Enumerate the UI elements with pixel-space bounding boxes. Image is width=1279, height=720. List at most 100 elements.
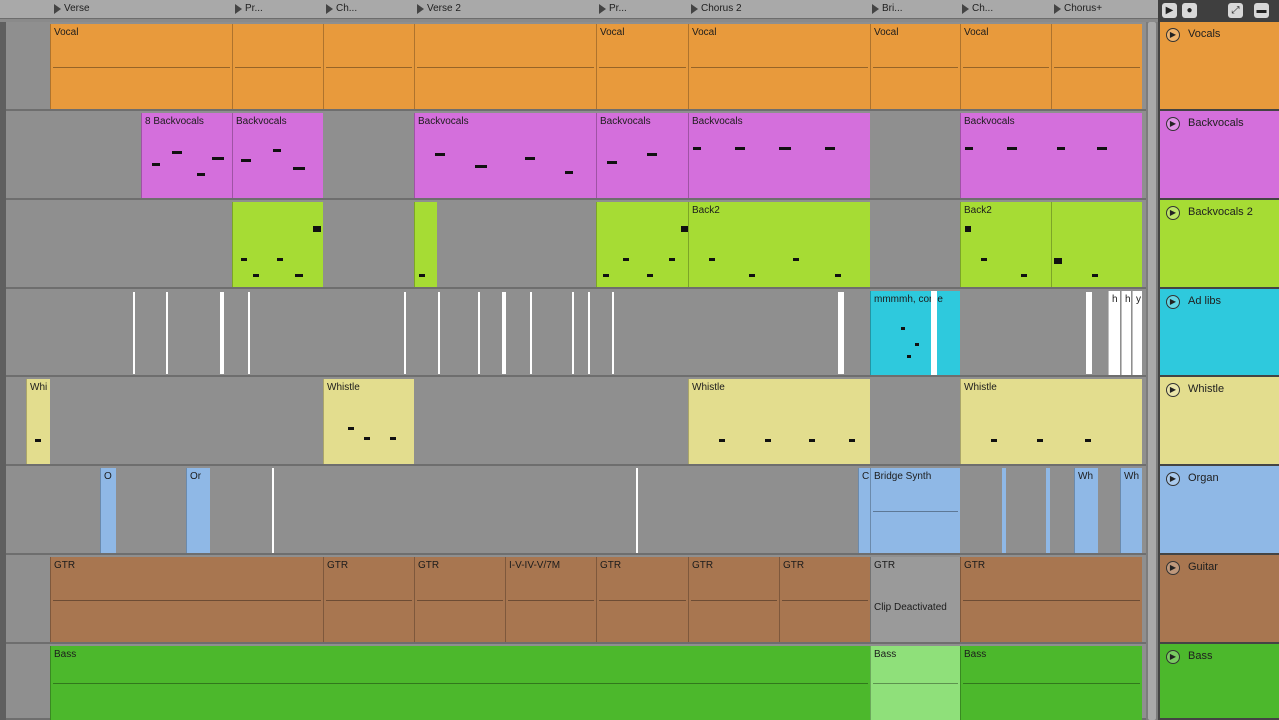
arrangement-ruler[interactable]: Verse Pr... Ch... Verse 2 Pr... Chorus 2… <box>0 0 1158 19</box>
clip-vocal[interactable]: Vocal <box>870 24 960 109</box>
clip-backvocals[interactable]: Backvocals <box>596 113 688 198</box>
clip-vocal[interactable]: Vocal <box>50 24 232 109</box>
clip-gtr[interactable]: GTR <box>323 557 414 642</box>
clip-backvocals-2[interactable] <box>596 202 688 287</box>
adlib-clip[interactable] <box>438 292 440 374</box>
clip-organ[interactable]: Wh <box>1120 468 1142 553</box>
clip-gtr[interactable]: GTR <box>596 557 688 642</box>
clip-bridge-synth[interactable]: Bridge Synth <box>870 468 960 553</box>
fold-icon[interactable]: ▶ <box>1166 561 1180 575</box>
track-header-backvocals[interactable]: ▶ Backvocals <box>1158 111 1279 200</box>
locator-verse[interactable]: Verse <box>52 0 227 18</box>
organ-clip[interactable] <box>1002 468 1006 553</box>
clip-backvocals[interactable]: Backvocals <box>688 113 870 198</box>
clip-backvocals[interactable]: 8 Backvocals <box>141 113 232 198</box>
clip-bass[interactable]: Bass <box>50 646 870 720</box>
clip-vocal[interactable]: Vocal <box>596 24 688 109</box>
locator-chorus[interactable]: Ch... <box>324 0 410 18</box>
clip-gtr[interactable]: GTR <box>414 557 505 642</box>
clip-organ[interactable]: C <box>858 468 870 553</box>
clip-backvocals-2[interactable] <box>232 202 323 287</box>
scrollbar-thumb[interactable] <box>1148 22 1156 720</box>
adlib-clip[interactable] <box>478 292 480 374</box>
clip-gtr[interactable]: GTR <box>779 557 870 642</box>
locator-prechorus[interactable]: Pr... <box>233 0 319 18</box>
track-header-adlibs[interactable]: ▶ Ad libs <box>1158 289 1279 377</box>
fold-icon[interactable]: ▶ <box>1166 650 1180 664</box>
clip-title <box>233 202 323 220</box>
adlib-clip[interactable] <box>838 292 844 374</box>
clip-bass[interactable]: Bass <box>960 646 1142 720</box>
fold-icon[interactable]: ▶ <box>1166 206 1180 220</box>
adlib-clip[interactable] <box>612 292 614 374</box>
adlib-clip[interactable] <box>220 292 224 374</box>
track-header-vocals[interactable]: ▶ Vocals <box>1158 22 1279 111</box>
clip-adlibs[interactable]: h <box>1108 291 1120 375</box>
clip-vocal[interactable] <box>414 24 596 109</box>
midi-note <box>1057 147 1065 150</box>
clip-backvocals[interactable]: Backvocals <box>232 113 323 198</box>
locator-chorus-plus[interactable]: Chorus+ <box>1052 0 1142 18</box>
clip-whistle[interactable]: Whistle <box>323 379 414 464</box>
locator-chorus-3[interactable]: Ch... <box>960 0 1046 18</box>
adlib-clip[interactable] <box>502 292 506 374</box>
clip-whistle[interactable]: Whistle <box>960 379 1142 464</box>
adlib-clip[interactable] <box>530 292 532 374</box>
adlib-clip[interactable] <box>166 292 168 374</box>
adlib-clip[interactable] <box>404 292 406 374</box>
adlib-clip[interactable] <box>588 292 590 374</box>
clip-organ[interactable]: O <box>100 468 116 553</box>
clip-organ[interactable]: Wh <box>1074 468 1098 553</box>
organ-clip[interactable] <box>636 468 638 553</box>
adlib-clip[interactable] <box>133 292 135 374</box>
clip-vocal[interactable]: Vocal <box>688 24 870 109</box>
clip-vocal[interactable] <box>232 24 323 109</box>
locator-chorus-2[interactable]: Chorus 2 <box>689 0 865 18</box>
clip-gtr[interactable]: GTR <box>688 557 779 642</box>
clip-adlibs[interactable]: h <box>1121 291 1131 375</box>
clip-backvocals-2[interactable] <box>414 202 437 287</box>
fold-icon[interactable]: ▶ <box>1166 295 1180 309</box>
clip-vocal[interactable] <box>323 24 414 109</box>
collapse-icon[interactable]: ▬ <box>1254 3 1269 18</box>
adlib-clip[interactable] <box>1086 292 1092 374</box>
record-icon[interactable]: ● <box>1182 3 1197 18</box>
clip-adlibs[interactable]: y <box>1132 291 1142 375</box>
track-header-backvocals-2[interactable]: ▶ Backvocals 2 <box>1158 200 1279 289</box>
track-header-organ[interactable]: ▶ Organ <box>1158 466 1279 555</box>
clip-whistle[interactable]: Whi <box>26 379 50 464</box>
fold-icon[interactable]: ▶ <box>1166 117 1180 131</box>
adlib-clip[interactable] <box>248 292 250 374</box>
clip-backvocals-2[interactable]: Back2 <box>688 202 870 287</box>
expand-icon[interactable]: ⤢ <box>1228 3 1243 18</box>
play-icon[interactable]: ▶ <box>1162 3 1177 18</box>
clip-gtr[interactable]: GTR <box>960 557 1142 642</box>
clip-backvocals[interactable]: Backvocals <box>414 113 596 198</box>
clip-vocal[interactable] <box>1051 24 1142 109</box>
track-name: Organ <box>1188 472 1219 484</box>
clip-vocal[interactable]: Vocal <box>960 24 1051 109</box>
clip-gtr[interactable]: I-V-IV-V/7M <box>505 557 596 642</box>
fold-icon[interactable]: ▶ <box>1166 472 1180 486</box>
clip-adlibs[interactable]: mmmmh, come <box>870 291 960 375</box>
clip-whistle[interactable]: Whistle <box>688 379 870 464</box>
clip-backvocals-2[interactable]: Back2 <box>960 202 1051 287</box>
fold-icon[interactable]: ▶ <box>1166 28 1180 42</box>
locator-verse-2[interactable]: Verse 2 <box>415 0 593 18</box>
clip-backvocals-2[interactable] <box>1051 202 1142 287</box>
fold-icon[interactable]: ▶ <box>1166 383 1180 397</box>
track-header-bass[interactable]: ▶ Bass <box>1158 644 1279 720</box>
adlib-clip[interactable] <box>572 292 574 374</box>
organ-clip[interactable] <box>1046 468 1050 553</box>
clip-organ[interactable]: Or <box>186 468 210 553</box>
organ-clip[interactable] <box>272 468 274 553</box>
clip-gtr[interactable]: GTR <box>50 557 323 642</box>
track-header-guitar[interactable]: ▶ Guitar <box>1158 555 1279 644</box>
clip-backvocals[interactable]: Backvocals <box>960 113 1142 198</box>
track-header-whistle[interactable]: ▶ Whistle <box>1158 377 1279 466</box>
vertical-scrollbar[interactable] <box>1146 22 1158 720</box>
locator-bridge[interactable]: Bri... <box>870 0 956 18</box>
clip-gtr-deactivated[interactable]: GTR Clip Deactivated <box>870 557 960 642</box>
locator-prechorus-2[interactable]: Pr... <box>597 0 683 18</box>
clip-bass[interactable]: Bass <box>870 646 960 720</box>
